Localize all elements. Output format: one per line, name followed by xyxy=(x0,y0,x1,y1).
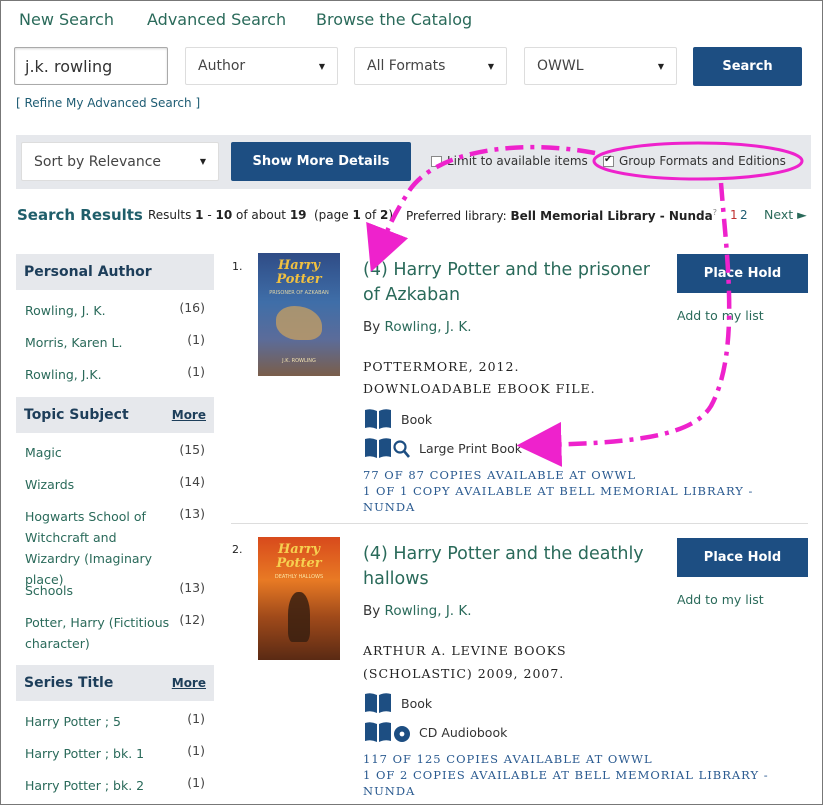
page-indicator: (page 1 of 2) xyxy=(314,208,394,222)
result-divider xyxy=(231,523,808,524)
search-input[interactable]: j.k. rowling xyxy=(14,47,168,85)
author-link[interactable]: Rowling, J. K. xyxy=(385,603,472,619)
facet-count: (14) xyxy=(179,474,205,489)
copies-owwl[interactable]: 117 OF 125 COPIES AVAILABLE AT OWWL xyxy=(363,751,653,767)
copies-owwl[interactable]: 77 OF 87 COPIES AVAILABLE AT OWWL xyxy=(363,467,636,483)
facet-item[interactable]: Harry Potter ; bk. 1 xyxy=(25,743,144,764)
book-cover-deathly-hallows[interactable]: Harry Potter DEATHLY HALLOWS xyxy=(258,537,340,660)
result-publisher: ARTHUR A. LEVINE BOOKS xyxy=(363,643,567,658)
result-author: By Rowling, J. K. xyxy=(363,319,472,335)
facet-count: (12) xyxy=(179,612,205,627)
group-formats-label: Group Formats and Editions xyxy=(619,154,786,168)
facet-item[interactable]: Harry Potter ; 5 xyxy=(25,711,121,732)
format-select[interactable]: All Formats ▼ xyxy=(354,47,507,85)
facet-item[interactable]: Rowling, J.K. xyxy=(25,364,102,385)
facet-count: (1) xyxy=(187,711,205,726)
group-formats-option[interactable]: Group Formats and Editions xyxy=(603,154,786,168)
facet-count: (1) xyxy=(187,743,205,758)
chevron-down-icon: ▼ xyxy=(657,61,664,71)
book-icon xyxy=(365,693,391,713)
format-book[interactable]: Book xyxy=(363,407,432,431)
facet-count: (1) xyxy=(187,775,205,790)
result-publisher-year: (SCHOLASTIC) 2009, 2007. xyxy=(363,666,565,681)
facet-count: (1) xyxy=(187,332,205,347)
result-author: By Rowling, J. K. xyxy=(363,603,472,619)
facet-item[interactable]: Schools xyxy=(25,580,73,601)
nav-advanced-search[interactable]: Advanced Search xyxy=(147,10,286,29)
format-cd-audiobook[interactable]: CD Audiobook xyxy=(363,720,507,744)
add-to-list-link[interactable]: Add to my list xyxy=(677,308,764,323)
result-number: 2. xyxy=(232,543,243,556)
sort-value: Sort by Relevance xyxy=(34,153,162,170)
result-publisher: POTTERMORE, 2012. xyxy=(363,359,520,374)
facet-series-title-header: Series Title More xyxy=(16,665,214,701)
next-page-link[interactable]: Next ► xyxy=(764,207,807,222)
format-book[interactable]: Book xyxy=(363,691,432,715)
limit-available-option[interactable]: Limit to available items xyxy=(431,154,588,168)
result-title-link[interactable]: (4) Harry Potter and the prisoner of Azk… xyxy=(363,258,663,308)
result-format-desc: DOWNLOADABLE EBOOK FILE. xyxy=(363,381,596,396)
result-number: 1. xyxy=(232,260,243,273)
facet-item[interactable]: Wizards xyxy=(25,474,74,495)
topic-more-link[interactable]: More xyxy=(172,408,206,422)
facet-item[interactable]: Hogwarts School of Witchcraft and Wizard… xyxy=(25,506,173,590)
facet-item[interactable]: Morris, Karen L. xyxy=(25,332,122,353)
facet-count: (13) xyxy=(179,580,205,595)
search-field-value: Author xyxy=(198,58,246,74)
page-1-link[interactable]: 1 xyxy=(730,208,738,222)
result-title-link[interactable]: (4) Harry Potter and the deathly hallows xyxy=(363,542,663,592)
chevron-down-icon: ▼ xyxy=(199,157,206,166)
nav-browse-catalog[interactable]: Browse the Catalog xyxy=(316,10,472,29)
chevron-down-icon: ▼ xyxy=(487,61,494,71)
author-link[interactable]: Rowling, J. K. xyxy=(385,319,472,335)
place-hold-button[interactable]: Place Hold xyxy=(677,254,808,293)
facet-personal-author-header: Personal Author xyxy=(16,254,214,290)
large-print-book-icon xyxy=(365,438,410,458)
library-value: OWWL xyxy=(537,58,584,74)
cover-illustration xyxy=(276,306,322,340)
series-more-link[interactable]: More xyxy=(172,676,206,690)
add-to-list-link[interactable]: Add to my list xyxy=(677,592,764,607)
facet-topic-subject-header: Topic Subject More xyxy=(16,397,214,433)
cover-illustration xyxy=(288,592,310,642)
cd-audiobook-icon xyxy=(365,722,410,742)
facet-count: (16) xyxy=(179,300,205,315)
facet-item[interactable]: Potter, Harry (Fictitious character) xyxy=(25,612,173,654)
search-field-select[interactable]: Author ▼ xyxy=(185,47,338,85)
format-value: All Formats xyxy=(367,58,446,74)
results-summary: Results 1 - 10 of about 19 xyxy=(148,208,307,222)
search-button[interactable]: Search xyxy=(693,47,802,86)
refine-advanced-search-link[interactable]: [ Refine My Advanced Search ] xyxy=(16,96,200,110)
facet-item[interactable]: Harry Potter ; bk. 2 xyxy=(25,775,144,796)
facet-count: (13) xyxy=(179,506,205,521)
facet-item[interactable]: Magic xyxy=(25,442,62,463)
nav-new-search[interactable]: New Search xyxy=(19,10,114,29)
facet-item[interactable]: Rowling, J. K. xyxy=(25,300,106,321)
chevron-down-icon: ▼ xyxy=(318,61,325,71)
copies-local[interactable]: 1 OF 2 COPIES AVAILABLE AT BELL MEMORIAL… xyxy=(363,767,773,799)
limit-available-label: Limit to available items xyxy=(447,154,588,168)
show-more-details-button[interactable]: Show More Details xyxy=(231,142,411,181)
copies-local[interactable]: 1 OF 1 COPY AVAILABLE AT BELL MEMORIAL L… xyxy=(363,483,773,515)
book-cover-prisoner-of-azkaban[interactable]: Harry Potter PRISONER OF AZKABAN J.K. RO… xyxy=(258,253,340,376)
page-2-link[interactable]: 2 xyxy=(740,208,748,222)
facet-count: (15) xyxy=(179,442,205,457)
library-select[interactable]: OWWL ▼ xyxy=(524,47,677,85)
format-large-print[interactable]: Large Print Book xyxy=(363,436,522,460)
search-results-heading: Search Results xyxy=(17,206,143,224)
limit-available-checkbox[interactable] xyxy=(431,155,442,167)
sort-select[interactable]: Sort by Relevance ▼ xyxy=(21,142,219,181)
preferred-library: Preferred library: Bell Memorial Library… xyxy=(406,208,717,223)
help-icon[interactable]: ? xyxy=(713,208,717,217)
place-hold-button[interactable]: Place Hold xyxy=(677,538,808,577)
book-icon xyxy=(365,409,391,429)
group-formats-checkbox[interactable] xyxy=(603,154,614,167)
facet-count: (1) xyxy=(187,364,205,379)
